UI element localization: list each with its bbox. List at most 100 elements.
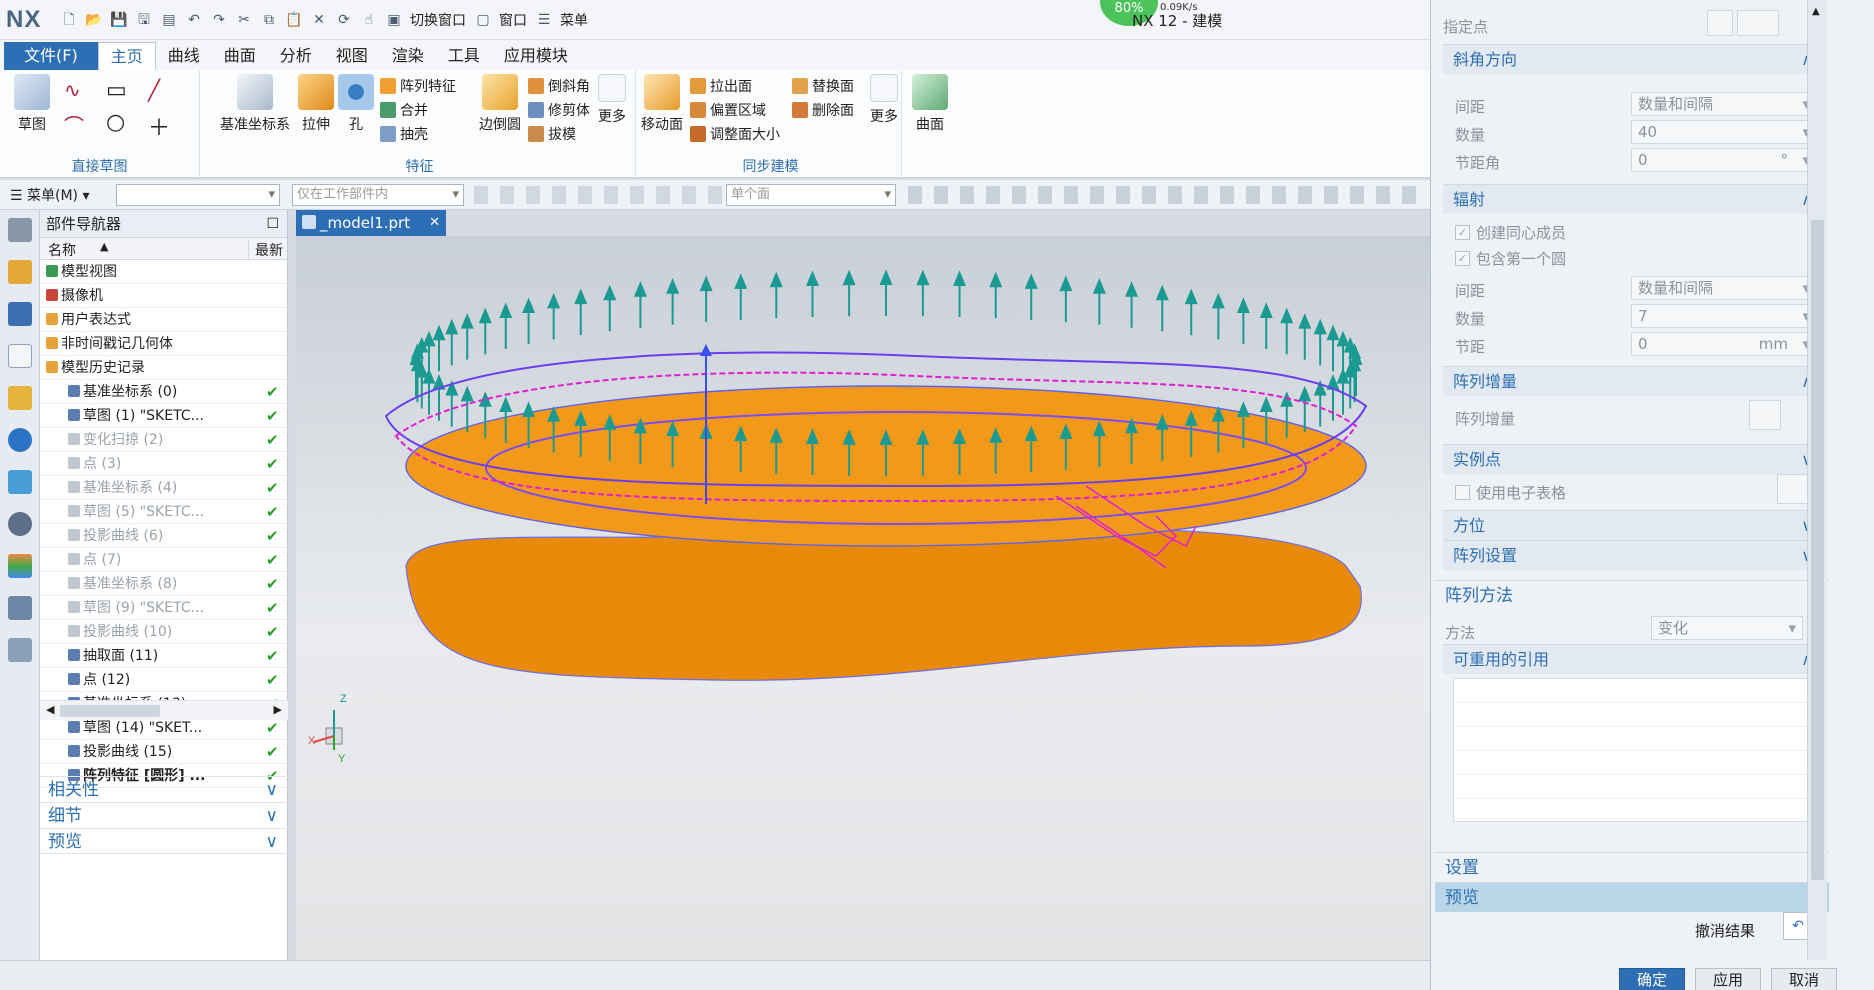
section-instance-points[interactable]: 实例点∨ [1443,444,1823,474]
section-pattern-increment[interactable]: 阵列增量∧ [1443,366,1823,396]
new-file-icon[interactable]: 🗋 [58,9,80,31]
tree-row[interactable]: 点 (12) ✔ [40,668,287,692]
touch-mode-icon[interactable]: ☝ [358,9,380,31]
sketch-button[interactable]: 草图 [10,74,54,134]
model-scene[interactable]: Z X Y [296,236,1430,960]
tab-view[interactable]: 视图 [324,42,380,70]
process-studio-icon[interactable] [7,596,32,620]
column-latest[interactable]: 最新 [248,240,283,260]
graphics-viewport[interactable]: Z X Y [296,236,1430,960]
inferred-point-icon[interactable] [1737,10,1779,36]
tree-row[interactable]: 点 (7) ✔ [40,548,287,572]
tab-render[interactable]: 渲染 [380,42,436,70]
horizontal-scrollbar[interactable]: ◀ ▶ [40,700,288,720]
section-radiate[interactable]: 辐射∧ [1443,184,1823,214]
shell-button[interactable]: 抽壳 [380,124,428,144]
pattern-feature-button[interactable]: 阵列特征 [380,76,456,96]
selection-scope-combo[interactable]: 仅在工作部件内 [292,184,464,206]
tree-row[interactable]: 模型视图 [40,260,287,284]
radial-pitch-input[interactable]: 0 mm [1631,332,1817,356]
tree-row[interactable]: 用户表达式 [40,308,287,332]
circle-icon[interactable]: ○ [106,110,142,143]
draft-button[interactable]: 拔模 [528,124,576,144]
switch-window-button[interactable]: 切换窗口 [410,10,466,30]
window-icon[interactable]: ▢ [472,9,494,31]
menu-icon[interactable]: ☰ [533,9,555,31]
section-details[interactable]: 细节 ∨ [40,802,288,828]
tree-row[interactable]: 草图 (5) "SKETC... ✔ [40,500,287,524]
settings-gear-icon[interactable] [7,218,32,242]
open-file-icon[interactable]: 📂 [83,9,105,31]
create-concentric-checkbox[interactable]: ✓ 创建同心成员 [1455,222,1566,243]
more-sync-button[interactable]: 更多 [866,74,902,126]
section-pattern-settings[interactable]: 阵列设置∨ [1443,540,1823,570]
save-all-icon[interactable]: ▤ [158,9,180,31]
menu-dropdown[interactable]: ☰ 菜单(M) ▾ [10,185,90,205]
spacing-select[interactable]: 数量和间隔 [1631,92,1817,116]
copy-icon[interactable]: ⧉ [258,9,280,31]
type-filter-combo[interactable] [116,184,280,206]
tab-analysis[interactable]: 分析 [268,42,324,70]
use-spreadsheet-checkbox[interactable]: 使用电子表格 [1455,482,1566,503]
ok-button[interactable]: 确定 [1619,968,1685,990]
arc-icon[interactable]: ⌒ [64,110,100,143]
column-name[interactable]: 名称 [48,240,76,260]
tree-row[interactable]: 抽取面 (11) ✔ [40,644,287,668]
apply-button[interactable]: 应用 [1695,968,1761,990]
delete-icon[interactable]: ✕ [308,9,330,31]
close-tab-icon[interactable]: ✕ [429,210,440,236]
offset-region-button[interactable]: 偏置区域 [690,100,766,120]
tab-file[interactable]: 文件(F) [4,42,98,70]
scroll-right-icon[interactable]: ▶ [274,703,282,716]
replace-face-button[interactable]: 替换面 [792,76,854,96]
radial-count-input[interactable]: 7 [1631,304,1817,328]
paste-icon[interactable]: 📋 [283,9,305,31]
pull-face-button[interactable]: 拉出面 [690,76,752,96]
history-icon[interactable] [7,512,32,536]
profile-icon[interactable]: ∿ [64,78,100,104]
more-feature-button[interactable]: 更多 [594,74,630,126]
part-navigator-icon[interactable] [7,344,32,368]
assembly-navigator-icon[interactable] [7,260,32,284]
section-settings[interactable]: 设置∨ [1435,852,1829,882]
menu-button[interactable]: 菜单 [560,10,588,30]
selection-tools-icons[interactable] [474,186,724,204]
system-materials-icon[interactable] [7,554,32,578]
section-reusable-references[interactable]: 可重用的引用∧ [1443,644,1823,674]
pitch-angle-input[interactable]: 0 ° [1631,148,1817,172]
snap-point-icons[interactable] [908,186,1418,204]
repeat-command-icon[interactable]: ⟳ [333,9,355,31]
section-dependencies[interactable]: 相关性 ∨ [40,776,288,802]
cut-icon[interactable]: ✂ [233,9,255,31]
window-menu-button[interactable]: 窗口 [499,10,527,30]
face-rule-combo[interactable]: 单个面 [726,184,896,206]
save-as-icon[interactable]: 🖫 [133,9,155,31]
tab-curve[interactable]: 曲线 [156,42,212,70]
radial-spacing-select[interactable]: 数量和间隔 [1631,276,1817,300]
datum-csys-button[interactable]: 基准坐标系 [218,74,292,134]
tree-row[interactable]: 投影曲线 (6) ✔ [40,524,287,548]
tab-surface[interactable]: 曲面 [212,42,268,70]
trim-body-button[interactable]: 修剪体 [528,100,590,120]
cancel-button[interactable]: 取消 [1771,968,1837,990]
reusable-references-list[interactable] [1453,678,1809,822]
dialog-scrollbar[interactable]: ▲ [1807,0,1827,960]
tree-row[interactable]: 草图 (1) "SKETC... ✔ [40,404,287,428]
tab-application[interactable]: 应用模块 [492,42,580,70]
redo-icon[interactable]: ↷ [208,9,230,31]
tab-tools[interactable]: 工具 [436,42,492,70]
section-pattern-method[interactable]: 阵列方法∧ [1435,580,1829,610]
section-orientation[interactable]: 方位∨ [1443,510,1823,540]
surface-button[interactable]: 曲面 [910,74,950,134]
rectangle-icon[interactable]: ▭ [106,78,142,104]
dialog-scroll-thumb[interactable] [1811,220,1824,880]
web-browser-icon[interactable] [7,470,32,494]
roles-icon[interactable] [7,638,32,662]
tree-row[interactable]: 投影曲线 (15) ✔ [40,740,287,764]
move-face-button[interactable]: 移动面 [640,74,684,134]
tree-row[interactable]: 摄像机 [40,284,287,308]
undo-icon[interactable]: ↶ [183,9,205,31]
line-icon[interactable]: ╱ [148,78,184,104]
save-icon[interactable]: 💾 [108,9,130,31]
pattern-increment-icon[interactable] [1749,400,1781,430]
